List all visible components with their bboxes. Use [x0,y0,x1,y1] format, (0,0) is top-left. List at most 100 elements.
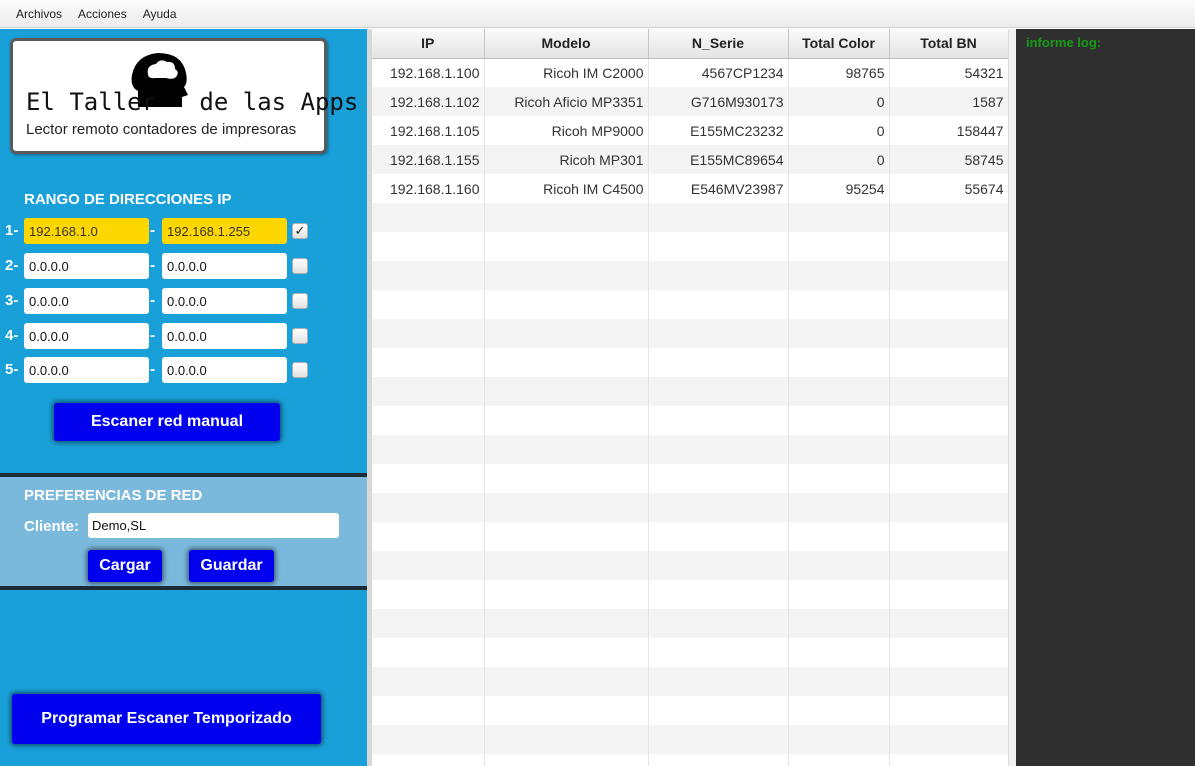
cell-modelo: Ricoh Aficio MP3351 [484,87,649,116]
enable-checkbox-3[interactable] [292,293,308,309]
table-row[interactable]: 192.168.1.160 Ricoh IM C4500 E546MV23987… [372,174,1008,203]
column-header-total-bn[interactable]: Total BN [889,29,1008,59]
menu-ayuda[interactable]: Ayuda [135,7,185,21]
ip-end-field-4[interactable] [162,323,287,349]
empty-table-row [372,667,1008,696]
ip-start-field-5[interactable] [24,357,149,383]
section-divider [0,586,367,590]
table-row[interactable]: 192.168.1.105 Ricoh MP9000 E155MC23232 0… [372,116,1008,145]
cell-total-bn: 1587 [889,87,1008,116]
empty-cell [372,638,485,667]
table-header-row: IP Modelo N_Serie Total Color Total BN [372,29,1008,59]
enable-checkbox-1[interactable]: ✓ [292,223,308,239]
empty-cell [648,725,789,754]
empty-cell [648,203,789,232]
logo-box: El Taller de las Apps Lector remoto cont… [10,38,358,154]
enable-checkbox-5[interactable] [292,362,308,378]
save-button[interactable]: Guardar [189,550,274,582]
empty-cell [372,319,485,348]
empty-cell [648,754,789,766]
empty-cell [889,609,1008,638]
enable-checkbox-2[interactable] [292,258,308,274]
range-dash: - [150,257,155,274]
ip-start-field-1[interactable] [24,218,149,244]
ip-end-field-5[interactable] [162,357,287,383]
empty-cell [889,580,1008,609]
empty-cell [788,725,890,754]
logo-subtitle: Lector remoto contadores de impresoras [26,121,297,138]
column-header-n-serie[interactable]: N_Serie [648,29,789,59]
range-dash: - [150,292,155,309]
menu-acciones[interactable]: Acciones [70,7,135,21]
empty-cell [372,754,485,766]
empty-cell [889,551,1008,580]
empty-table-row [372,290,1008,319]
row-number: 4- [5,327,19,344]
range-dash: - [150,361,155,378]
ip-end-field-1[interactable] [162,218,287,244]
client-label: Cliente: [24,518,80,535]
ip-start-field-4[interactable] [24,323,149,349]
column-header-modelo[interactable]: Modelo [484,29,649,59]
empty-table-row [372,551,1008,580]
log-label: informe log: [1026,35,1102,50]
empty-cell [372,493,485,522]
ip-range-heading: RANGO DE DIRECCIONES IP [24,191,232,208]
empty-table-row [372,261,1008,290]
log-panel: informe log: [1016,29,1195,766]
empty-cell [648,580,789,609]
timed-scan-button[interactable]: Programar Escaner Temporizado [12,694,321,744]
cell-n-serie: G716M930173 [648,87,789,116]
cell-ip: 192.168.1.100 [372,58,485,87]
empty-cell [372,406,485,435]
empty-cell [889,290,1008,319]
enable-checkbox-4[interactable] [292,328,308,344]
empty-cell [372,435,485,464]
empty-cell [372,667,485,696]
menu-bar: Archivos Acciones Ayuda [0,0,1195,28]
menu-archivos[interactable]: Archivos [8,7,70,21]
table-row[interactable]: 192.168.1.100 Ricoh IM C2000 4567CP1234 … [372,58,1008,87]
empty-cell [648,522,789,551]
cell-total-bn: 58745 [889,145,1008,174]
empty-cell [484,232,649,261]
empty-cell [788,464,890,493]
ip-start-field-2[interactable] [24,253,149,279]
manual-scan-button[interactable]: Escaner red manual [54,403,280,441]
empty-cell [648,377,789,406]
empty-cell [484,464,649,493]
ip-start-field-3[interactable] [24,288,149,314]
empty-cell [372,522,485,551]
empty-cell [372,377,485,406]
row-number: 3- [5,292,19,309]
empty-cell [484,203,649,232]
empty-cell [788,551,890,580]
empty-cell [788,580,890,609]
cell-ip: 192.168.1.102 [372,87,485,116]
empty-cell [788,667,890,696]
ip-end-field-3[interactable] [162,288,287,314]
printers-table-panel: IP Modelo N_Serie Total Color Total BN 1… [372,29,1008,766]
load-button[interactable]: Cargar [88,550,162,582]
range-dash: - [150,222,155,239]
ip-end-field-2[interactable] [162,253,287,279]
column-header-total-color[interactable]: Total Color [788,29,890,59]
empty-cell [484,638,649,667]
empty-cell [788,754,890,766]
table-row[interactable]: 192.168.1.155 Ricoh MP301 E155MC89654 0 … [372,145,1008,174]
empty-cell [484,667,649,696]
empty-cell [484,377,649,406]
empty-cell [484,261,649,290]
empty-cell [484,522,649,551]
client-field[interactable] [88,513,339,538]
table-row[interactable]: 192.168.1.102 Ricoh Aficio MP3351 G716M9… [372,87,1008,116]
column-header-ip[interactable]: IP [372,29,485,59]
ip-range-row-2: 2- - [0,253,367,279]
empty-table-row [372,377,1008,406]
empty-cell [788,609,890,638]
empty-table-row [372,522,1008,551]
empty-cell [372,348,485,377]
empty-cell [648,667,789,696]
table-scrollbar[interactable] [1008,29,1016,766]
ip-range-row-5: 5- - [0,357,367,383]
